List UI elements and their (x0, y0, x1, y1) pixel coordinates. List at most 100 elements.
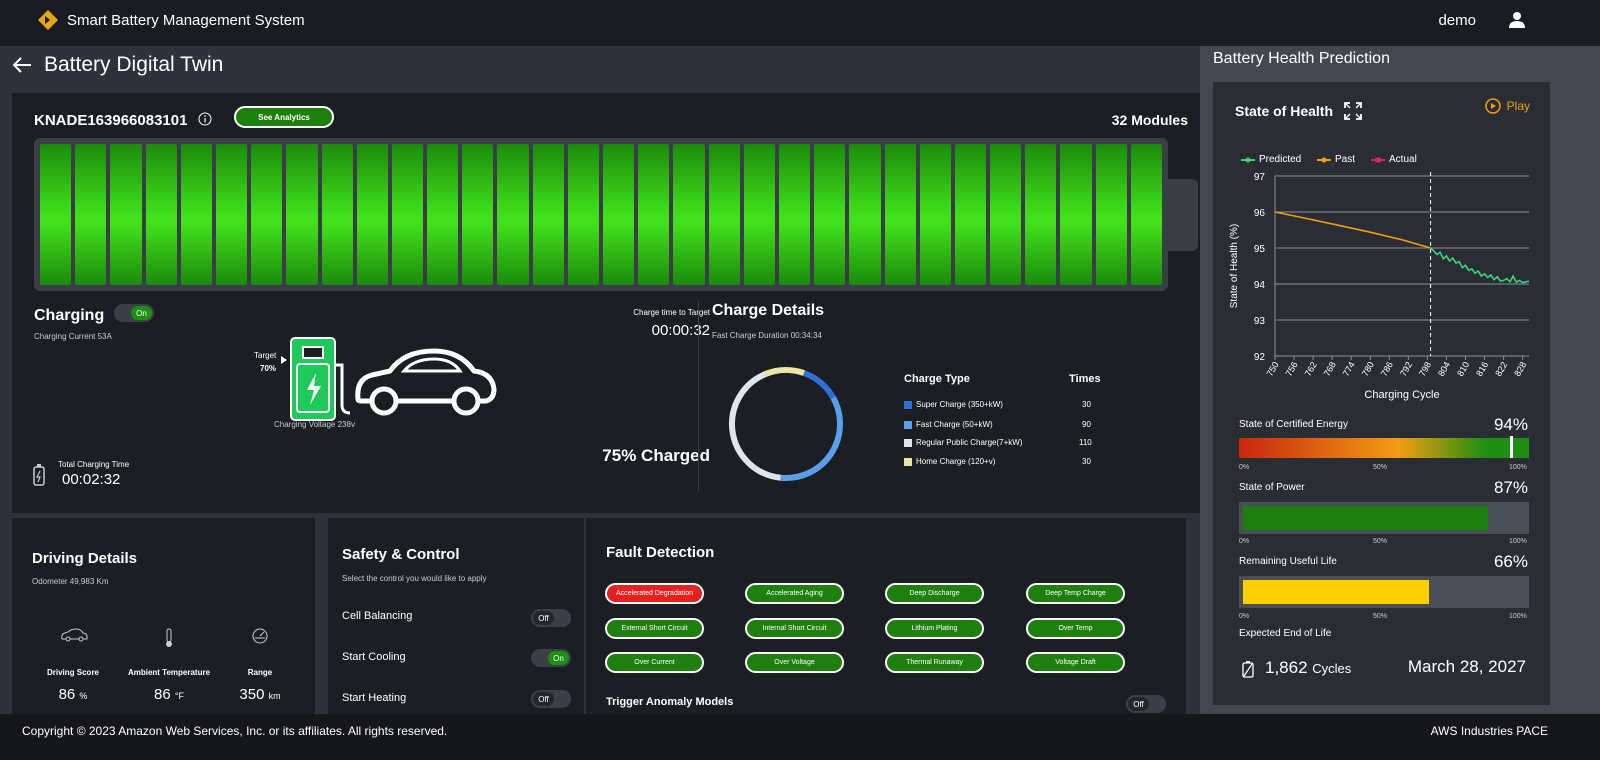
scale-max: 100% (1509, 464, 1527, 471)
x-tick-label: 828 (1512, 360, 1528, 378)
trigger-anomaly-toggle[interactable]: Off (1126, 695, 1166, 713)
charging-toggle[interactable]: On (114, 304, 154, 322)
copyright: Copyright © 2023 Amazon Web Services, In… (22, 724, 448, 738)
total-charging-time-label: Total Charging Time (58, 460, 130, 469)
soh-title: State of Health (1235, 103, 1334, 119)
charge-time-to-target: 00:00:32 (651, 322, 710, 339)
charging-label: Charging (34, 307, 105, 324)
scale-max: 100% (1509, 613, 1527, 620)
battery-module (567, 144, 599, 285)
driving-details-panel: Driving Details Odometer 49,983 Km Drivi… (12, 518, 315, 715)
fault-accelerated-aging[interactable]: Accelerated Aging (745, 583, 844, 604)
charging-voltage: Charging Voltage 238v (274, 420, 355, 429)
logo-icon (38, 10, 58, 30)
modules-count: 32 Modules (1111, 112, 1188, 128)
y-tick-label: 96 (1254, 208, 1266, 219)
target-pointer-icon (281, 356, 287, 364)
battery-module (849, 144, 881, 285)
safety-control-subtitle: Select the control you would like to app… (342, 574, 487, 583)
fault-deep-temp-charge[interactable]: Deep Temp Charge (1026, 583, 1125, 604)
see-analytics-button[interactable]: See Analytics (234, 106, 334, 128)
x-tick-label: 786 (1379, 360, 1395, 378)
play-label: Play (1506, 99, 1530, 113)
battery-cells (40, 144, 1162, 285)
charge-type-times: 110 (1079, 438, 1092, 447)
fault-lithium-plating[interactable]: Lithium Plating (885, 618, 984, 639)
ambient-temp-label: Ambient Temperature (127, 668, 211, 677)
soh-chart: 929394959697750 756 762 768 774 780 786 792 798 8… (1229, 172, 1530, 401)
fault-deep-discharge[interactable]: Deep Discharge (885, 583, 984, 604)
control-label-start-cooling: Start Cooling (342, 651, 406, 663)
battery-module (1060, 144, 1092, 285)
fault-over-temp[interactable]: Over Temp (1026, 618, 1125, 639)
toggle-state: Off (1128, 697, 1149, 711)
x-tick-label: 762 (1303, 360, 1319, 378)
legend-past[interactable]: Past (1317, 154, 1355, 165)
charge-details-title: Charge Details (712, 302, 825, 319)
battery-module (638, 144, 670, 285)
charging-current: Charging Current 53A (34, 332, 112, 341)
back-arrow-icon[interactable] (12, 56, 32, 74)
scale-min: 0% (1239, 464, 1250, 471)
battery-module (708, 144, 740, 285)
x-tick-label: 822 (1493, 360, 1509, 378)
fault-over-current[interactable]: Over Current (605, 652, 704, 673)
range-value: 350 (239, 686, 265, 703)
battery-module (1130, 144, 1162, 285)
legend-actual[interactable]: Actual (1371, 154, 1417, 165)
toggle-state: Off (533, 611, 554, 625)
fault-external-short-circuit[interactable]: External Short Circuit (605, 618, 704, 639)
control-label-cell-balancing: Cell Balancing (342, 610, 413, 622)
info-icon[interactable] (198, 112, 212, 126)
driving-score: 86 % (42, 686, 104, 703)
charge-type-row: Regular Public Charge(7+kW) (904, 438, 1023, 447)
ambient-temp: 86 °F (124, 686, 214, 703)
state-of-power-label: State of Power (1239, 482, 1305, 493)
driving-score-unit: % (79, 691, 88, 701)
start-heating-toggle[interactable]: Off (531, 690, 571, 708)
play-button[interactable]: Play (1484, 98, 1530, 114)
series-line-predicted (1430, 247, 1530, 284)
battery-module (954, 144, 987, 285)
user-icon[interactable] (1508, 11, 1526, 29)
power-gauge-fill (1243, 506, 1489, 530)
power-gauge (1239, 502, 1529, 534)
battery-module (990, 144, 1022, 285)
expand-icon[interactable] (1344, 102, 1362, 120)
x-axis-label: Charging Cycle (1364, 389, 1439, 401)
ambient-temp-value: 86 (154, 686, 171, 703)
fault-internal-short-circuit[interactable]: Internal Short Circuit (745, 618, 844, 639)
legend-predicted[interactable]: Predicted (1241, 154, 1301, 165)
start-cooling-toggle[interactable]: On (531, 649, 571, 667)
x-tick-label: 816 (1474, 360, 1490, 378)
cell-balancing-toggle[interactable]: Off (531, 609, 571, 627)
range: 350 km (232, 686, 288, 703)
scale-max: 100% (1509, 538, 1527, 545)
control-label-start-heating: Start Heating (342, 692, 407, 704)
x-tick-label: 810 (1455, 360, 1471, 378)
health-prediction-column: Battery Health Prediction State of Healt… (1200, 46, 1600, 714)
legend-swatch (904, 438, 912, 447)
fault-thermal-runaway[interactable]: Thermal Runaway (885, 652, 984, 673)
charging-toggle-state: On (131, 306, 152, 320)
battery-module (673, 144, 705, 285)
battery-module (251, 144, 283, 285)
y-tick-label: 94 (1254, 280, 1266, 291)
legend-marker (1371, 157, 1385, 162)
fault-accelerated-degradation[interactable]: Accelerated Degradation (605, 583, 704, 604)
legend-swatch (904, 400, 912, 409)
battery-module (497, 144, 529, 285)
x-tick-label: 798 (1417, 360, 1433, 378)
legend-label: Past (1335, 154, 1356, 165)
battery-module (180, 144, 212, 285)
battery-module (110, 144, 142, 285)
fault-over-voltage[interactable]: Over Voltage (745, 652, 844, 673)
charge-type-donut (729, 367, 843, 481)
fault-voltage-draft[interactable]: Voltage Draft (1026, 652, 1125, 673)
charge-type-times: 30 (1082, 400, 1091, 409)
ambient-temp-unit: °F (174, 691, 184, 701)
cycles: 1,862 Cycles (1265, 658, 1351, 678)
health-prediction-panel: State of Health Play Predicted Past Actu… (1213, 82, 1550, 705)
user-name[interactable]: demo (1438, 12, 1476, 29)
certified-energy-label: State of Certified Energy (1239, 419, 1348, 430)
